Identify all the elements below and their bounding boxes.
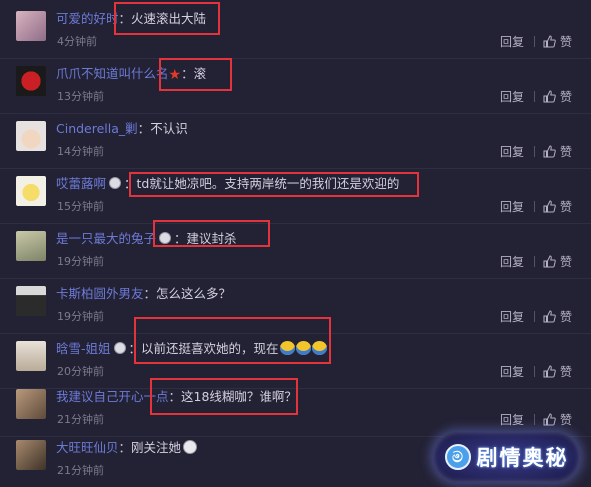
comment-text: 刚关注她 — [131, 440, 182, 455]
timestamp: 13分钟前 — [57, 90, 104, 103]
ring-logo-icon: ම — [444, 444, 471, 470]
highlight-box — [153, 220, 270, 247]
avatar[interactable] — [16, 176, 46, 206]
divider — [534, 91, 535, 102]
like-button[interactable]: 赞 — [543, 143, 572, 160]
comment-line: Cinderella_剿：不认识 — [56, 119, 188, 139]
timestamp: 14分钟前 — [57, 145, 104, 158]
username-link[interactable]: 是一只最大的兔子 — [56, 231, 156, 246]
like-label: 赞 — [560, 200, 573, 214]
avatar[interactable] — [16, 341, 46, 371]
username-link[interactable]: 晗雪-姐姐 — [56, 341, 111, 356]
username-link[interactable]: 大旺旺仙贝 — [56, 440, 119, 455]
avatar[interactable] — [16, 286, 46, 316]
thumbs-up-icon — [543, 310, 556, 323]
avatar[interactable] — [16, 231, 46, 261]
comment-row: 可爱的好时：火速滚出大陆 4分钟前 回复 赞 — [0, 0, 591, 59]
avatar[interactable] — [16, 121, 46, 151]
colon: ： — [137, 121, 151, 136]
comment-line: 大旺旺仙贝：刚关注她 — [56, 438, 198, 458]
like-label: 赞 — [560, 310, 573, 324]
thumbs-up-icon — [543, 90, 556, 103]
like-label: 赞 — [560, 413, 573, 427]
like-label: 赞 — [560, 35, 573, 49]
thumbs-up-icon — [543, 255, 556, 268]
username-link[interactable]: 哎蕾蕗啊 — [56, 176, 106, 191]
like-button[interactable]: 赞 — [543, 198, 572, 215]
like-label: 赞 — [560, 255, 573, 269]
like-button[interactable]: 赞 — [543, 88, 572, 105]
like-button[interactable]: 赞 — [543, 253, 572, 270]
timestamp: 20分钟前 — [57, 365, 104, 378]
timestamp: 21分钟前 — [57, 413, 104, 426]
avatar[interactable] — [16, 440, 46, 470]
timestamp: 19分钟前 — [57, 310, 104, 323]
comment-row: 爪爪不知道叫什么名★：滚 13分钟前 回复 赞 — [0, 55, 591, 114]
highlight-box — [129, 172, 419, 197]
thumbs-up-icon — [543, 365, 556, 378]
reply-button[interactable]: 回复 — [500, 88, 524, 105]
highlight-box — [114, 2, 220, 35]
divider — [534, 36, 535, 47]
comment-row: 是一只最大的兔子 ：建议封杀 19分钟前 回复 赞 — [0, 220, 591, 279]
divider — [534, 256, 535, 267]
divider — [534, 414, 535, 425]
comment-text: 不认识 — [150, 121, 188, 136]
highlight-box — [159, 58, 232, 91]
like-label: 赞 — [560, 145, 573, 159]
username-link[interactable]: 卡斯柏圆外男友 — [56, 286, 144, 301]
timestamp: 15分钟前 — [57, 200, 104, 213]
thumbs-up-icon — [543, 145, 556, 158]
username-link[interactable]: 爪爪不知道叫什么名 — [56, 66, 169, 81]
avatar[interactable] — [16, 66, 46, 96]
vip-badge-icon — [109, 177, 122, 189]
reply-button[interactable]: 回复 — [500, 33, 524, 50]
thumbs-up-icon — [543, 413, 556, 426]
colon: ： — [118, 440, 132, 455]
like-button[interactable]: 赞 — [543, 411, 572, 428]
divider — [534, 366, 535, 377]
vip-badge-icon — [113, 342, 126, 354]
divider — [534, 146, 535, 157]
avatar[interactable] — [16, 389, 46, 419]
reply-button[interactable]: 回复 — [500, 308, 524, 325]
like-button[interactable]: 赞 — [543, 33, 572, 50]
highlight-box — [134, 317, 331, 364]
comment-row: Cinderella_剿：不认识 14分钟前 回复 赞 — [0, 110, 591, 169]
username-link[interactable]: Cinderella_剿 — [56, 121, 138, 136]
timestamp: 21分钟前 — [57, 464, 104, 477]
like-label: 赞 — [560, 90, 573, 104]
reply-button[interactable]: 回复 — [500, 253, 524, 270]
avatar[interactable] — [16, 11, 46, 41]
reply-button[interactable]: 回复 — [500, 411, 524, 428]
timestamp: 4分钟前 — [57, 35, 97, 48]
divider — [534, 201, 535, 212]
timestamp: 19分钟前 — [57, 255, 104, 268]
highlight-box — [150, 378, 298, 415]
divider — [534, 311, 535, 322]
colon: ： — [143, 286, 157, 301]
thumbs-up-icon — [543, 35, 556, 48]
reply-button[interactable]: 回复 — [500, 143, 524, 160]
watermark: ම 剧情奥秘 — [433, 432, 580, 482]
username-link[interactable]: 可爱的好时 — [56, 11, 119, 26]
comment-line: 卡斯柏圆外男友：怎么这么多？ — [56, 284, 231, 304]
like-button[interactable]: 赞 — [543, 308, 572, 325]
comment-text: 怎么这么多？ — [156, 286, 232, 301]
watermark-text: 剧情奥秘 — [476, 446, 569, 470]
sticker-emoji-icon — [183, 440, 198, 454]
reply-button[interactable]: 回复 — [500, 198, 524, 215]
thumbs-up-icon — [543, 200, 556, 213]
like-label: 赞 — [560, 365, 573, 379]
